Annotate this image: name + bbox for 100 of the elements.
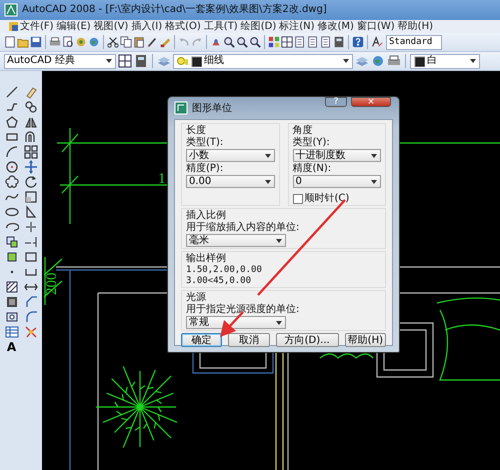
menu-item[interactable]: 绘图(D)	[240, 20, 278, 32]
block-icon[interactable]	[4, 235, 18, 249]
circle-icon[interactable]	[4, 160, 18, 174]
angle-type-dropdown[interactable]: 十进制度数	[292, 149, 381, 162]
offset-icon[interactable]	[24, 130, 38, 144]
pan-icon[interactable]	[210, 36, 222, 48]
mirror-icon[interactable]	[24, 115, 38, 129]
sample-text: 3.00<45,0.00	[186, 276, 252, 286]
color-dropdown[interactable]: 白	[410, 54, 480, 68]
calculator-icon[interactable]	[134, 54, 148, 68]
hatch-icon[interactable]	[4, 280, 18, 294]
grid-icon[interactable]	[118, 54, 132, 68]
scale-icon[interactable]	[24, 190, 38, 204]
caret-icon	[469, 57, 477, 65]
dialog-title: 图形单位	[192, 102, 233, 114]
dialog-button[interactable]: 方向(D)...	[276, 333, 339, 347]
zoom-icon[interactable]	[223, 36, 235, 48]
app-menu-icon[interactable]	[8, 21, 19, 32]
document-icon[interactable]	[320, 36, 332, 48]
caret-icon	[264, 152, 272, 160]
dialog-button[interactable]: 取消	[228, 333, 270, 347]
print-icon[interactable]	[387, 54, 401, 68]
copy-icon[interactable]	[120, 36, 132, 48]
fillet-icon[interactable]	[24, 310, 38, 324]
stretch-icon[interactable]	[24, 205, 38, 219]
close-button[interactable]: ×	[351, 97, 391, 107]
new-file-icon[interactable]	[4, 36, 16, 48]
text-style-icon[interactable]	[371, 36, 383, 48]
ellipse-icon[interactable]	[4, 205, 18, 219]
line-icon[interactable]	[4, 85, 18, 99]
menu-item[interactable]: 文件(F)	[19, 20, 55, 32]
rotate-icon[interactable]	[24, 175, 38, 189]
help-icon[interactable]	[352, 36, 364, 48]
array-icon[interactable]	[24, 145, 38, 159]
insert-units-dropdown[interactable]: 毫米	[186, 234, 286, 247]
break-icon[interactable]	[24, 250, 38, 264]
menu-item[interactable]: 窗口(W)	[356, 20, 396, 32]
angle-precision-dropdown[interactable]: 0	[292, 175, 381, 188]
layers-icon[interactable]	[355, 54, 369, 68]
gradient-icon[interactable]	[4, 295, 18, 309]
table-icon[interactable]	[4, 325, 18, 339]
layers-icon[interactable]	[157, 54, 171, 68]
globe-icon[interactable]	[88, 36, 100, 48]
menu-item[interactable]: 格式(O)	[164, 20, 202, 32]
caret-icon	[264, 178, 272, 186]
field-label: 精度(N):	[292, 163, 332, 174]
cloud-icon[interactable]	[4, 175, 18, 189]
menu-item[interactable]: 插入(I)	[130, 20, 164, 32]
length-type-dropdown[interactable]: 小数	[186, 149, 274, 162]
field-label: 类型(T):	[186, 137, 224, 148]
arc-icon[interactable]	[4, 145, 18, 159]
text-tool[interactable]: A	[6, 340, 16, 354]
erase-icon[interactable]	[24, 85, 38, 99]
grid-icon[interactable]	[281, 36, 293, 48]
dialog-button[interactable]: 帮助(H)	[344, 333, 386, 347]
cabinet-outline	[199, 353, 267, 369]
move-icon[interactable]	[24, 160, 38, 174]
tick-mark	[61, 133, 79, 194]
menu-item[interactable]: 工具(T)	[202, 20, 239, 32]
preview-icon[interactable]	[62, 36, 74, 48]
block-icon[interactable]	[4, 250, 18, 264]
menu-item[interactable]: 标注(N)	[278, 20, 316, 32]
save-icon[interactable]	[30, 36, 42, 48]
chamfer-icon[interactable]	[24, 295, 38, 309]
properties-icon[interactable]	[268, 36, 280, 48]
caret-icon	[370, 152, 378, 160]
calculator-icon[interactable]	[333, 36, 345, 48]
zoom-icon[interactable]	[249, 36, 261, 48]
text-style-field[interactable]: Standard	[386, 34, 442, 50]
menu-item[interactable]: 视图(V)	[92, 20, 130, 32]
print-icon[interactable]	[49, 36, 61, 48]
field-label: 用于缩放插入内容的单位:	[186, 222, 300, 233]
ellipse-arc-icon[interactable]	[4, 220, 18, 234]
extend-icon[interactable]	[24, 235, 38, 249]
scissors-icon[interactable]	[107, 36, 119, 48]
folder-icon[interactable]	[17, 36, 29, 48]
document-icon[interactable]	[294, 36, 306, 48]
menu-item[interactable]: 编辑(E)	[56, 20, 92, 32]
trim-icon[interactable]	[24, 220, 38, 234]
copy-object-icon[interactable]	[24, 100, 38, 114]
region-icon[interactable]	[4, 310, 18, 324]
shrub-outline	[320, 353, 374, 359]
publish-icon[interactable]	[75, 36, 87, 48]
zoom-icon[interactable]	[236, 36, 248, 48]
menu-item[interactable]: 帮助(H)	[396, 20, 434, 32]
document-icon[interactable]	[307, 36, 319, 48]
polygon-icon[interactable]	[4, 115, 18, 129]
workspace-dropdown[interactable]: AutoCAD 经典	[4, 54, 116, 68]
lighting-units-dropdown[interactable]: 常规	[186, 316, 286, 329]
caret-icon	[275, 318, 283, 326]
paint-icon[interactable]	[159, 36, 171, 48]
tick-mark	[43, 258, 63, 298]
dialog-button[interactable]: 确定	[181, 333, 222, 347]
brush-icon[interactable]	[146, 36, 158, 48]
length-precision-dropdown[interactable]: 0.00	[186, 175, 274, 188]
clockwise-checkbox[interactable]	[292, 194, 302, 204]
layer-dropdown[interactable]: 细线	[173, 54, 353, 68]
menu-item[interactable]: 修改(M)	[316, 20, 355, 32]
paste-icon[interactable]	[133, 36, 145, 48]
globe-icon[interactable]	[371, 54, 385, 68]
